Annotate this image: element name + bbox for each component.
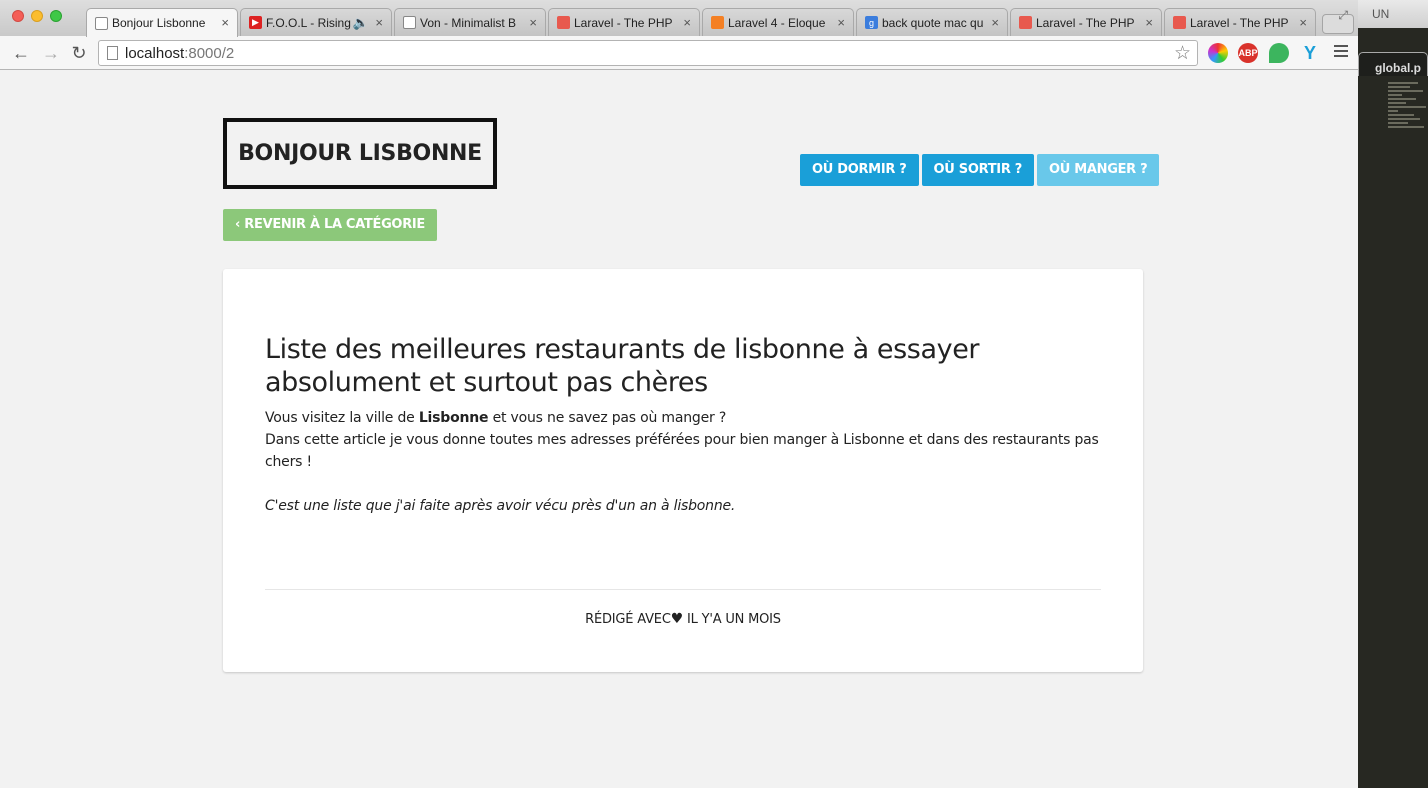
article-card: Liste des meilleures restaurants de lisb… — [223, 269, 1143, 672]
url-host: localhost — [125, 45, 185, 62]
page: BONJOUR LISBONNE OÙ DORMIR ? OÙ SORTIR ?… — [0, 70, 1358, 788]
tab-title: Laravel 4 - Eloque — [728, 15, 826, 30]
browser-tab[interactable]: Laravel 4 - Eloque × — [702, 8, 854, 36]
tab-title: Laravel - The PHP — [574, 15, 673, 30]
article-note: C'est une liste que j'ai faite après avo… — [265, 498, 736, 514]
divider — [265, 589, 1101, 590]
reload-icon[interactable]: ↻ — [68, 42, 90, 64]
browser-tab[interactable]: Laravel - The PHP × — [1164, 8, 1316, 36]
tab-title: Laravel - The PHP — [1036, 15, 1135, 30]
city-name: Lisbonne — [418, 410, 489, 426]
nav-dormir-button[interactable]: OÙ DORMIR ? — [800, 154, 919, 186]
color-picker-extension-icon[interactable] — [1208, 43, 1228, 63]
heart-icon: ♥ — [670, 611, 684, 627]
menu-icon[interactable] — [1334, 45, 1348, 60]
google-icon: g — [865, 16, 878, 29]
page-icon — [95, 16, 108, 30]
article-intro: Vous visitez la ville de Lisbonne et vou… — [265, 410, 727, 426]
close-tab-icon[interactable]: × — [837, 15, 845, 30]
editor-window: UN global.p — [1358, 0, 1428, 788]
window-controls — [12, 10, 62, 22]
browser-tab[interactable]: ▶ F.O.O.L - Rising 🔈 × — [240, 8, 392, 36]
close-window-button[interactable] — [12, 10, 24, 22]
site-logo[interactable]: BONJOUR LISBONNE — [223, 118, 497, 189]
evernote-extension-icon[interactable] — [1269, 43, 1289, 63]
page-icon — [403, 16, 416, 29]
tab-title: Bonjour Lisbonne — [112, 16, 206, 30]
nav-manger-button[interactable]: OÙ MANGER ? — [1037, 154, 1160, 186]
article-footer: RÉDIGÉ AVEC♥ IL Y'A UN MOIS — [585, 611, 781, 627]
main-nav: OÙ DORMIR ? OÙ SORTIR ? OÙ MANGER ? — [800, 154, 1160, 186]
bookmark-star-icon[interactable]: ☆ — [1174, 42, 1191, 65]
address-bar[interactable]: localhost:8000/2 ☆ — [98, 40, 1198, 66]
youtube-icon: ▶ — [249, 16, 262, 29]
forward-arrow-icon[interactable]: → — [40, 42, 62, 64]
article-title: Liste des meilleures restaurants de lisb… — [265, 334, 980, 398]
yslow-extension-icon[interactable]: Y — [1300, 43, 1320, 63]
close-tab-icon[interactable]: × — [683, 15, 691, 30]
back-arrow-icon[interactable]: ← — [10, 42, 32, 64]
article-body: Vous visitez la ville de Lisbonne et vou… — [265, 407, 1105, 517]
editor-minimap — [1388, 80, 1428, 280]
laravel-icon — [1173, 16, 1186, 29]
tabs: Bonjour Lisbonne × ▶ F.O.O.L - Rising 🔈 … — [86, 8, 1354, 37]
browser-tab[interactable]: Laravel - The PHP × — [548, 8, 700, 36]
page-icon — [107, 46, 118, 60]
article-paragraph: Dans cette article je vous donne toutes … — [265, 432, 1099, 470]
adblock-plus-icon[interactable]: ABP — [1238, 43, 1258, 63]
fullscreen-icon[interactable]: ⤢ — [1338, 8, 1348, 23]
editor-tab[interactable]: global.p — [1358, 52, 1428, 76]
audio-icon: 🔈 — [352, 15, 369, 30]
browser-tab[interactable]: Bonjour Lisbonne × — [86, 8, 238, 37]
stackoverflow-icon — [711, 16, 724, 29]
tab-title: Von - Minimalist B — [420, 15, 517, 30]
browser-tab[interactable]: g back quote mac qu × — [856, 8, 1008, 36]
close-tab-icon[interactable]: × — [991, 15, 999, 30]
browser-tab[interactable]: Laravel - The PHP × — [1010, 8, 1162, 36]
browser-window: Bonjour Lisbonne × ▶ F.O.O.L - Rising 🔈 … — [0, 0, 1358, 788]
tab-title: F.O.O.L - Rising — [266, 15, 351, 30]
tab-title: back quote mac qu — [882, 15, 984, 30]
zoom-window-button[interactable] — [50, 10, 62, 22]
back-to-category-button[interactable]: ‹ REVENIR À LA CATÉGORIE — [223, 209, 438, 241]
close-tab-icon[interactable]: × — [221, 15, 229, 30]
browser-tab[interactable]: Von - Minimalist B × — [394, 8, 546, 36]
toolbar: ← → ↻ localhost:8000/2 ☆ ABP Y — [0, 36, 1358, 70]
close-tab-icon[interactable]: × — [529, 15, 537, 30]
editor-title: UN — [1358, 0, 1428, 28]
laravel-icon — [1019, 16, 1032, 29]
tab-title: Laravel - The PHP — [1190, 15, 1289, 30]
nav-sortir-button[interactable]: OÙ SORTIR ? — [921, 154, 1035, 186]
close-tab-icon[interactable]: × — [1299, 15, 1307, 30]
close-tab-icon[interactable]: × — [375, 15, 383, 30]
laravel-icon — [557, 16, 570, 29]
minimize-window-button[interactable] — [31, 10, 43, 22]
url-path: :8000/2 — [184, 45, 235, 62]
tab-strip: Bonjour Lisbonne × ▶ F.O.O.L - Rising 🔈 … — [0, 0, 1358, 37]
close-tab-icon[interactable]: × — [1145, 15, 1153, 30]
